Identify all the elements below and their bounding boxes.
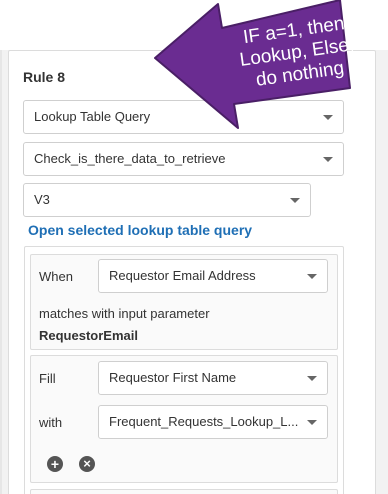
query-name-select[interactable]: Check_is_there_data_to_retrieve xyxy=(23,142,344,176)
chevron-down-icon xyxy=(307,376,317,381)
remove-icon[interactable]: × xyxy=(79,456,95,472)
fill-label: Fill xyxy=(39,371,56,386)
when-field-value: Requestor Email Address xyxy=(109,268,256,283)
input-parameter-name: RequestorEmail xyxy=(39,328,138,343)
with-label: with xyxy=(39,415,63,430)
with-field-value: Frequent_Requests_Lookup_L... xyxy=(109,414,299,429)
matches-text: matches with input parameter xyxy=(39,306,210,321)
add-icon[interactable]: + xyxy=(47,456,63,472)
open-lookup-query-link[interactable]: Open selected lookup table query xyxy=(28,222,252,238)
fill-field-value: Requestor First Name xyxy=(109,370,237,385)
chevron-down-icon xyxy=(307,420,317,425)
fill-field-select[interactable]: Requestor First Name xyxy=(98,361,328,395)
with-field-select[interactable]: Frequent_Requests_Lookup_L... xyxy=(98,405,328,439)
chevron-down-icon xyxy=(323,157,333,162)
chevron-down-icon xyxy=(290,198,300,203)
when-field-select[interactable]: Requestor Email Address xyxy=(98,259,328,293)
version-select[interactable]: V3 xyxy=(23,183,311,217)
rule-title: Rule 8 xyxy=(23,69,66,85)
chevron-down-icon xyxy=(307,274,317,279)
when-label: When xyxy=(39,269,73,284)
query-name-value: Check_is_there_data_to_retrieve xyxy=(34,151,226,166)
version-value: V3 xyxy=(34,192,50,207)
next-block xyxy=(30,489,338,494)
